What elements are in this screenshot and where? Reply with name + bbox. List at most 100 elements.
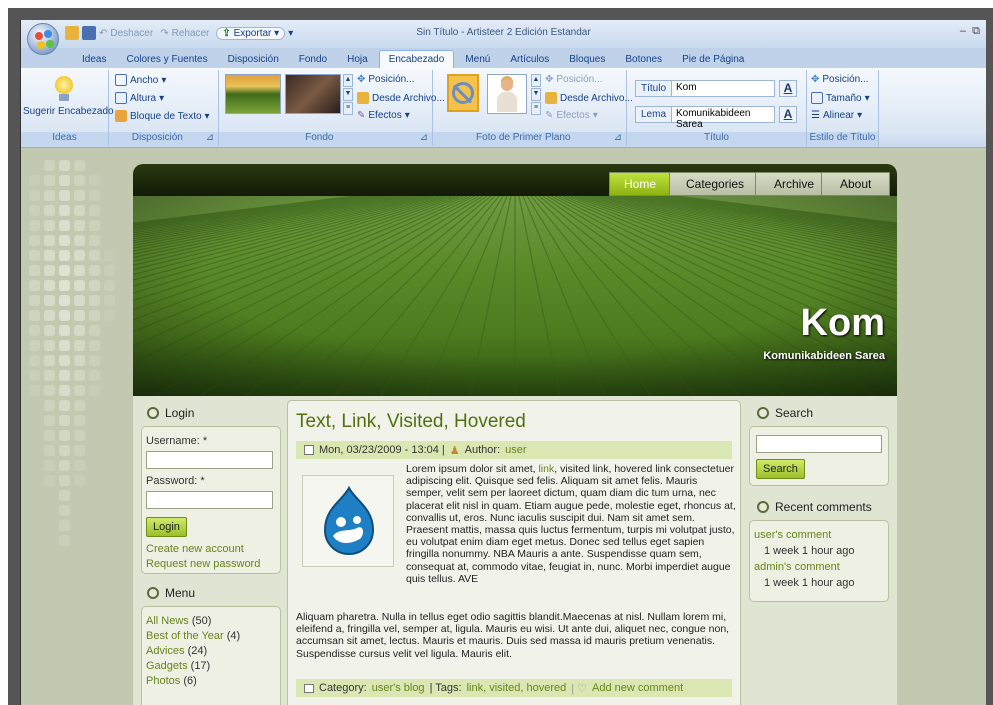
login-title-text: Login [165,406,195,420]
gallery-up-icon[interactable]: ▲ [343,74,353,87]
size-icon [811,92,823,104]
folder-icon [357,92,369,104]
nav-categories[interactable]: Categories [669,172,762,196]
lightbulb-icon [55,76,75,102]
search-button[interactable]: Search [756,459,805,479]
tab-buttons[interactable]: Botones [616,51,671,68]
dialog-launcher-icon[interactable]: ⊿ [420,132,428,143]
site-slogan: Komunikabideen Sarea [763,350,885,362]
menu-item[interactable]: Gadgets (17) [146,660,210,672]
tab-menu[interactable]: Menú [456,51,499,68]
group-label-layout: Disposición ⊿ [109,132,218,146]
menu-item[interactable]: Advices (24) [146,645,207,657]
fg-effects-button[interactable]: ✎ Efectos ▾ [545,110,598,121]
nav-home[interactable]: Home [609,172,672,196]
tab-layout[interactable]: Disposición [219,51,288,68]
tab-sheet[interactable]: Hoja [338,51,377,68]
restore-icon[interactable]: ⧉ [972,25,980,37]
tags-link[interactable]: link, visited, hovered [467,682,567,694]
search-input[interactable] [756,435,882,453]
add-comment-link[interactable]: Add new comment [592,682,683,694]
tab-header[interactable]: Encabezado [378,50,455,68]
title-input[interactable]: Kom [671,80,775,97]
effects-icon: ✎ [545,110,554,121]
height-icon [115,92,127,104]
slogan-input[interactable]: Komunikabideen Sarea [671,106,775,130]
background-thumb-field[interactable] [225,74,281,114]
comment-link[interactable]: admin's comment [754,561,840,573]
article-footer: Category: user's blog | Tags: link, visi… [296,679,732,697]
tab-footer[interactable]: Pie de Página [673,51,753,68]
minimize-icon[interactable]: – [960,25,966,37]
gallery-up-icon[interactable]: ▲ [531,74,541,87]
title-align-button[interactable]: ☰ Alinear ▾ [811,110,862,121]
group-label-title-style: Estilo de Título [807,132,878,146]
bg-effects-button[interactable]: ✎ Efectos ▾ [357,110,410,121]
title-size-button[interactable]: Tamaño ▾ [811,92,870,104]
suggest-header-button[interactable]: Sugerir Encabezado [23,106,114,117]
article-title[interactable]: Text, Link, Visited, Hovered [296,411,526,433]
folder-icon [304,683,314,693]
password-input[interactable] [146,491,273,509]
comment-link[interactable]: user's comment [754,529,831,541]
title-position-label: Posición... [822,74,869,85]
width-button[interactable]: Ancho ▾ [115,74,166,86]
menu-item[interactable]: Photos (6) [146,675,197,687]
tab-background[interactable]: Fondo [290,51,336,68]
tab-blocks[interactable]: Bloques [560,51,614,68]
tab-colors-fonts[interactable]: Colores y Fuentes [117,51,216,68]
gallery-down-icon[interactable]: ▼ [343,88,353,101]
username-input[interactable] [146,451,273,469]
menu-box: All News (50) Best of the Year (4) Advic… [141,606,281,705]
calendar-icon [304,445,314,455]
menu-item[interactable]: Best of the Year (4) [146,630,240,642]
title-font-button[interactable]: A [779,80,797,97]
title-position-button[interactable]: ✥ Posición... [811,74,869,85]
article-paragraph-1: Lorem ipsum dolor sit amet, link, visite… [406,463,736,585]
tags-label: | Tags: [429,682,462,694]
bg-from-file-button[interactable]: Desde Archivo... [357,92,445,104]
fg-from-file-button[interactable]: Desde Archivo... [545,92,633,104]
bg-position-button[interactable]: ✥ Posición... [357,74,415,85]
create-account-link[interactable]: Create new account [146,543,244,555]
dialog-launcher-icon[interactable]: ⊿ [614,132,622,143]
gallery-down-icon[interactable]: ▼ [531,88,541,101]
author-link[interactable]: user [505,444,526,456]
title-field-label: Título [635,80,673,97]
request-password-link[interactable]: Request new password [146,558,260,570]
group-title: Título Kom A Lema Komunikabideen Sarea A… [627,70,807,146]
office-orb-button[interactable] [27,23,59,55]
slogan-font-button[interactable]: A [779,106,797,123]
gallery-more-icon[interactable]: ≡ [531,102,541,115]
inline-link[interactable]: link [538,463,554,475]
group-background: ▲ ▼ ≡ ✥ Posición... Desde Archivo... ✎ Efe… [219,70,445,146]
article-meta: Mon, 03/23/2009 - 13:04 | ♟ Author: user [296,441,732,459]
menu-item[interactable]: All News (50) [146,615,211,627]
decorative-pattern [29,160,139,546]
dialog-launcher-icon[interactable]: ⊿ [206,132,214,143]
folder-icon [545,92,557,104]
drupal-logo [302,475,394,567]
no-image-thumb[interactable] [447,74,479,112]
category-link[interactable]: user's blog [372,682,425,694]
height-button[interactable]: Altura ▾ [115,92,164,104]
comment-icon: | ♡ [571,682,588,695]
gear-icon [757,407,769,419]
gallery-more-icon[interactable]: ≡ [343,102,353,115]
group-label-foreground: Foto de Primer Plano ⊿ [433,132,626,146]
menu-block-title: Menu [147,586,195,600]
login-button[interactable]: Login [146,517,187,537]
app-window: ↶ Deshacer ↷ Rehacer ⇪ Exportar ▾ ▾ Sin … [20,20,986,705]
no-image-icon [452,82,474,104]
nav-about[interactable]: About [821,172,891,196]
text-block-button[interactable]: Bloque de Texto ▾ [115,110,210,122]
fg-position-button[interactable]: ✥ Posición... [545,74,603,85]
tab-ideas[interactable]: Ideas [73,51,115,68]
layout-label: Disposición [131,132,183,143]
tab-articles[interactable]: Artículos [501,51,558,68]
recent-title-text: Recent comments [775,500,872,514]
background-thumb-people[interactable] [285,74,341,114]
woman-thumb[interactable] [487,74,527,114]
gear-icon [147,587,159,599]
comment-time: 1 week 1 hour ago [764,545,855,557]
